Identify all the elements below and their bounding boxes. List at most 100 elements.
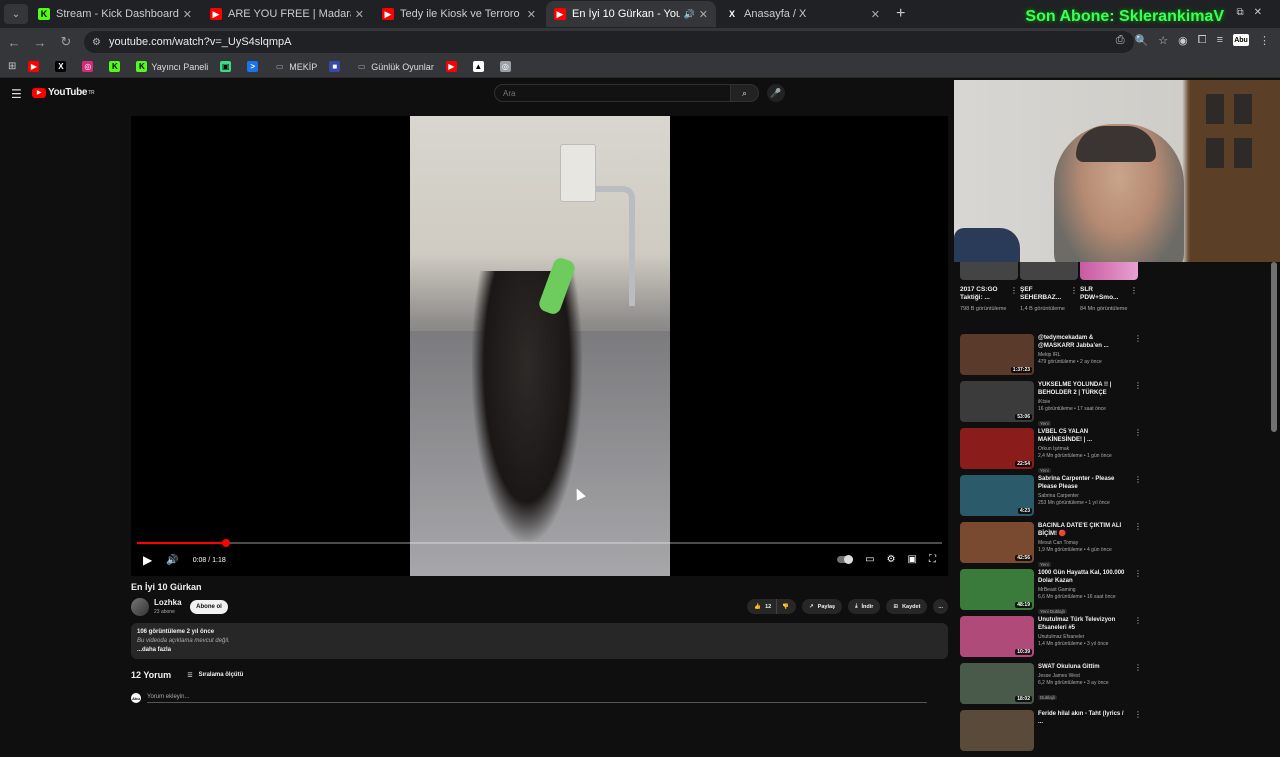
tab-close-icon[interactable]: ✕: [355, 8, 364, 21]
forward-icon[interactable]: →: [28, 35, 52, 50]
volume-icon[interactable]: 🔊: [166, 555, 178, 566]
play-icon[interactable]: ▶: [143, 553, 152, 567]
bookmark-star-icon[interactable]: ☆: [1158, 34, 1168, 47]
search-button[interactable]: ⌕: [731, 84, 759, 102]
tab-audio-icon[interactable]: 🔊: [684, 9, 695, 20]
short-menu-icon[interactable]: ⋮: [1010, 286, 1018, 295]
recommendation-thumbnail[interactable]: 1:37:23: [960, 334, 1034, 375]
bookmark-item[interactable]: ▶: [28, 61, 43, 72]
recommendation-channel[interactable]: Mekip IRL: [1038, 352, 1130, 358]
browser-tab[interactable]: ▶ Tedy ile Kiosk ve Terroro - YouT ✕: [374, 1, 544, 27]
bookmark-item[interactable]: ▭ Günlük Oyunlar: [356, 61, 434, 72]
recommendation-title[interactable]: @tedymcekadam & @MASKARR Jabba'en ...: [1038, 334, 1130, 350]
bookmark-item[interactable]: ■: [329, 61, 344, 72]
short-item[interactable]: 2017 CS:GO Taktiği: ... 798 B görüntüleme…: [960, 262, 1018, 313]
recommendation-menu-icon[interactable]: ⋮: [1134, 381, 1142, 390]
description-box[interactable]: 106 görüntüleme 2 yıl önce Bu videoda aç…: [131, 623, 948, 659]
media-control-icon[interactable]: ≡: [1217, 34, 1223, 47]
recommendation-channel[interactable]: Sabrina Carpenter: [1038, 493, 1130, 499]
extension-icon[interactable]: ◉: [1178, 34, 1188, 47]
recommendation-channel[interactable]: Orkun Işıtmak: [1038, 446, 1130, 452]
back-icon[interactable]: ←: [2, 35, 26, 50]
menu-icon[interactable]: ☰: [11, 87, 22, 101]
share-button[interactable]: ↗ Paylaş: [802, 599, 843, 614]
search-input[interactable]: [494, 84, 731, 102]
extensions-puzzle-icon[interactable]: ⧠: [1198, 34, 1207, 47]
short-thumbnail[interactable]: [1080, 262, 1138, 280]
bookmark-item[interactable]: ▣: [220, 61, 235, 72]
recommendation-thumbnail[interactable]: 53:06: [960, 381, 1034, 422]
recommendation-title[interactable]: SWAT Okuluna Gittim: [1038, 663, 1130, 671]
bookmark-item[interactable]: ▶: [445, 61, 461, 72]
recommendation-title[interactable]: Sabrina Carpenter - Please Please Please: [1038, 475, 1130, 491]
recommendation-item[interactable]: 1:37:23 @tedymcekadam & @MASKARR Jabba'en…: [960, 334, 1142, 381]
apps-grid-icon[interactable]: ⊞: [8, 61, 16, 72]
voice-search-icon[interactable]: 🎤: [767, 84, 785, 102]
tab-close-icon[interactable]: ✕: [183, 8, 192, 21]
like-button[interactable]: 👍 12: [747, 599, 777, 614]
recommendation-menu-icon[interactable]: ⋮: [1134, 569, 1142, 578]
recommendation-title[interactable]: LVBEL C5 YALAN MAKİNESİNDE! | ...: [1038, 428, 1130, 444]
browser-menu-icon[interactable]: ⋮: [1259, 34, 1270, 47]
tab-close-icon[interactable]: ✕: [527, 8, 536, 21]
subscribe-button[interactable]: Abone ol: [190, 600, 228, 614]
recommendation-item[interactable]: Feride hilal akın - Taht (lyrics / ... ⋮: [960, 710, 1142, 757]
recommendation-menu-icon[interactable]: ⋮: [1134, 522, 1142, 531]
profile-avatar[interactable]: Abu: [1233, 34, 1249, 46]
recommendation-title[interactable]: Unutulmaz Türk Televizyon Efsaneleri #5: [1038, 616, 1130, 632]
recommendation-channel[interactable]: iKtsie: [1038, 399, 1130, 405]
recommendation-thumbnail[interactable]: 10:39: [960, 616, 1034, 657]
window-controls[interactable]: ⧉✕: [1236, 7, 1272, 18]
add-comment-input[interactable]: Yorum ekleyin...: [147, 694, 927, 703]
browser-tab[interactable]: X Anasayfa / X ✕: [718, 1, 888, 27]
reload-icon[interactable]: ↻: [54, 34, 78, 50]
sort-comments-button[interactable]: ☰ Sıralama ölçütü: [187, 672, 243, 679]
channel-avatar[interactable]: [131, 598, 149, 616]
bookmark-item[interactable]: X: [55, 61, 70, 72]
tab-close-icon[interactable]: ✕: [871, 8, 880, 21]
zoom-icon[interactable]: 🔍: [1135, 34, 1149, 47]
short-item[interactable]: ŞEF SEHERBAZ... 1,4 B görüntüleme ⋮: [1020, 262, 1078, 313]
bookmark-item[interactable]: K Yayıncı Paneli: [136, 61, 208, 72]
url-field[interactable]: ⚙ youtube.com/watch?v=_UyS4slqmpA: [84, 31, 1134, 53]
recommendation-thumbnail[interactable]: 42:56: [960, 522, 1034, 563]
short-menu-icon[interactable]: ⋮: [1070, 286, 1078, 295]
recommendation-thumbnail[interactable]: 48:19: [960, 569, 1034, 610]
channel-name[interactable]: Lozhka: [154, 598, 182, 607]
dislike-button[interactable]: 👎: [776, 599, 797, 614]
browser-tab[interactable]: ▶ En İyi 10 Gürkan - YouTube 🔊 ✕: [546, 1, 716, 27]
recommendation-item[interactable]: 18:02 SWAT Okuluna Gittim Jesse James West…: [960, 663, 1142, 710]
bookmark-item[interactable]: ◎: [82, 61, 97, 72]
install-app-icon[interactable]: ⎙: [1116, 34, 1125, 47]
miniplayer-icon[interactable]: ▣: [908, 554, 917, 565]
video-player[interactable]: ▶ 🔊 0:08 / 1:18 ▭ ⚙ ▣ ⛶: [131, 116, 948, 576]
recommendation-title[interactable]: Feride hilal akın - Taht (lyrics / ...: [1038, 710, 1130, 726]
recommendation-menu-icon[interactable]: ⋮: [1134, 710, 1142, 719]
settings-gear-icon[interactable]: ⚙: [887, 554, 896, 565]
recommendation-channel[interactable]: MrBeast Gaming: [1038, 587, 1130, 593]
short-menu-icon[interactable]: ⋮: [1130, 286, 1138, 295]
recommendation-channel[interactable]: Unutulmaz Efsaneler: [1038, 634, 1130, 640]
short-thumbnail[interactable]: [1020, 262, 1078, 280]
recommendation-title[interactable]: BACINLA DATE'E ÇIKTIM ALİ BİÇİM! 🔴: [1038, 522, 1130, 538]
bookmark-item[interactable]: ▭ MEKİP: [274, 61, 317, 72]
recommendation-thumbnail[interactable]: 4:23: [960, 475, 1034, 516]
show-more-link[interactable]: ...daha fazla: [137, 646, 942, 655]
recommendation-menu-icon[interactable]: ⋮: [1134, 616, 1142, 625]
autoplay-toggle[interactable]: [837, 555, 854, 564]
bookmark-item[interactable]: ▲: [472, 61, 488, 72]
tab-close-icon[interactable]: ✕: [699, 8, 708, 21]
tab-search-icon[interactable]: ⌄: [4, 4, 28, 24]
recommendation-thumbnail[interactable]: [960, 710, 1034, 751]
download-button[interactable]: ⤓ İndir: [848, 599, 881, 614]
recommendation-item[interactable]: 4:23 Sabrina Carpenter - Please Please Pl…: [960, 475, 1142, 522]
fullscreen-icon[interactable]: ⛶: [929, 554, 936, 565]
recommendation-title[interactable]: 1000 Gün Hayatta Kal, 100.000 Dolar Kaza…: [1038, 569, 1130, 585]
progress-scrubber[interactable]: [221, 539, 230, 547]
recommendation-menu-icon[interactable]: ⋮: [1134, 475, 1142, 484]
recommendation-thumbnail[interactable]: 22:54: [960, 428, 1034, 469]
save-button[interactable]: ⊞ Kaydet: [886, 599, 928, 614]
new-tab-button[interactable]: +: [896, 5, 905, 23]
bookmark-item[interactable]: ◎: [499, 61, 515, 72]
recommendation-menu-icon[interactable]: ⋮: [1134, 663, 1142, 672]
